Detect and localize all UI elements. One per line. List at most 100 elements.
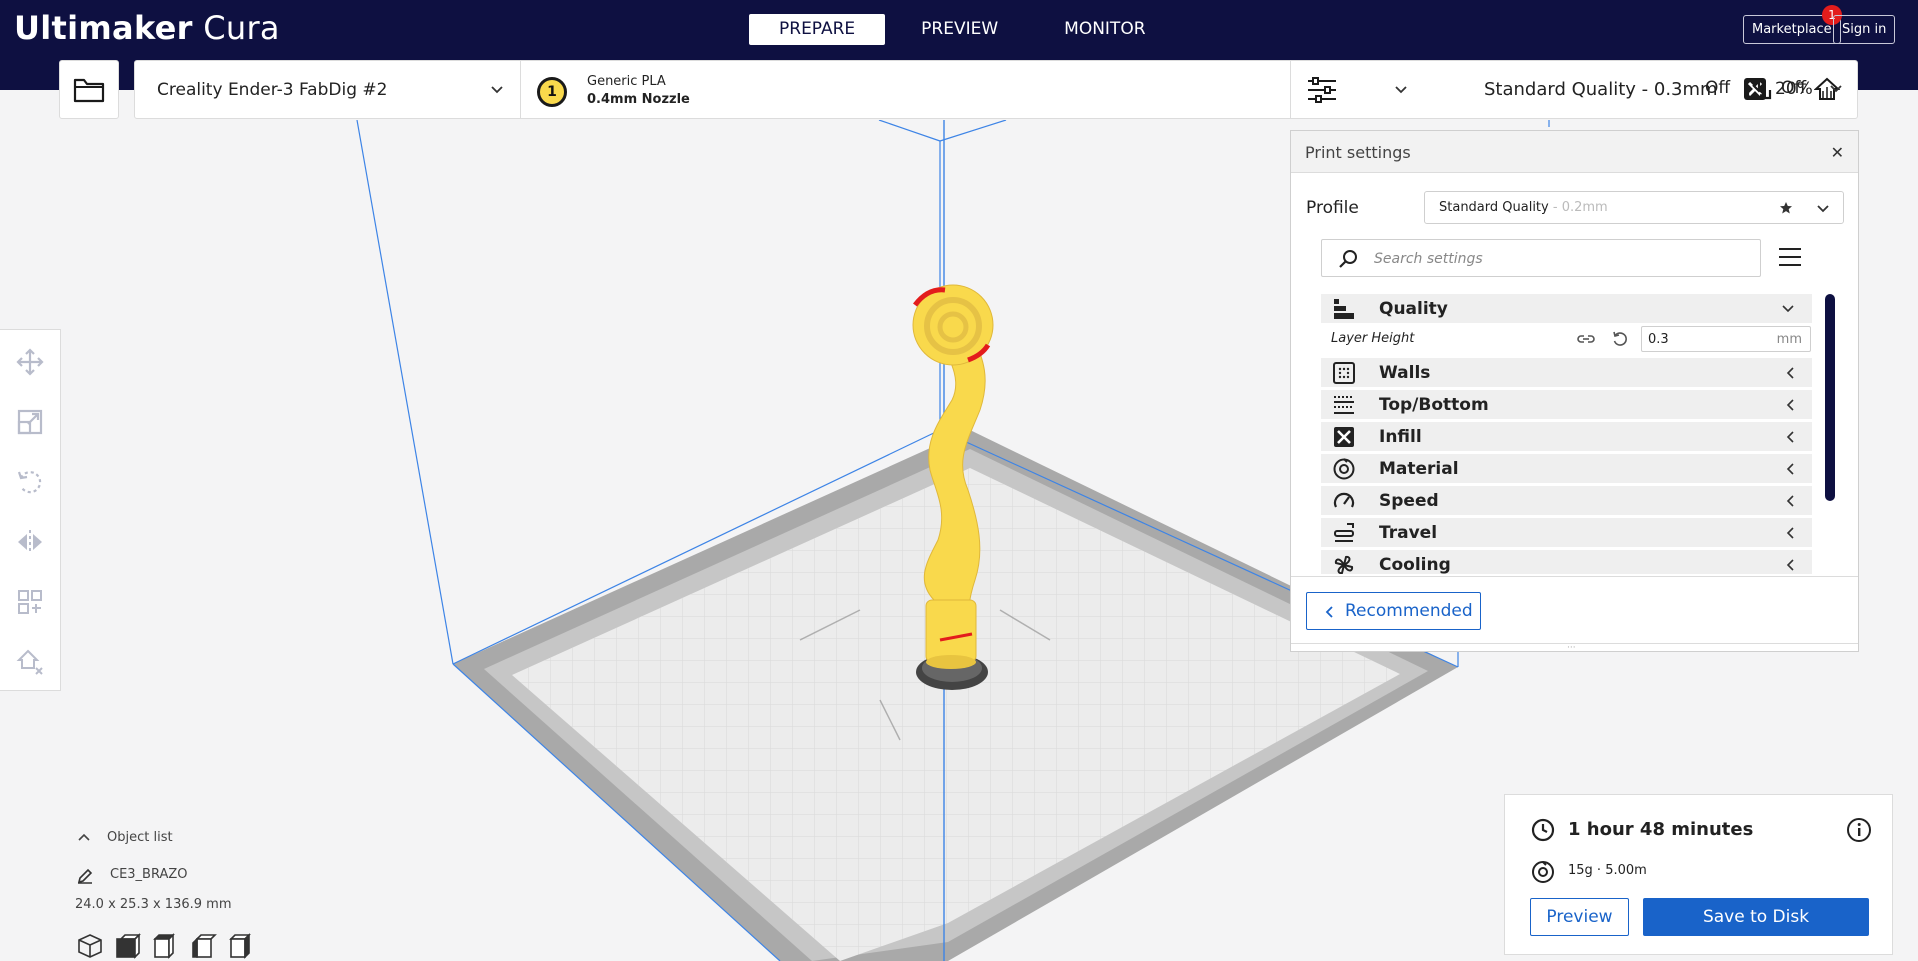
category-walls[interactable]: Walls bbox=[1321, 358, 1812, 387]
close-icon[interactable]: ✕ bbox=[1831, 143, 1844, 162]
view-front-icon[interactable] bbox=[115, 933, 141, 959]
category-walls-label: Walls bbox=[1379, 363, 1431, 383]
category-infill-label: Infill bbox=[1379, 427, 1422, 447]
chevron-down-icon bbox=[1782, 305, 1794, 313]
tab-prepare[interactable]: PREPARE bbox=[749, 14, 886, 45]
chevron-left-icon bbox=[1786, 463, 1794, 475]
support-blocker-icon[interactable] bbox=[16, 648, 44, 676]
category-quality[interactable]: Quality bbox=[1321, 294, 1812, 323]
tab-preview[interactable]: PREVIEW bbox=[891, 14, 1028, 45]
profile-value: Standard Quality bbox=[1439, 200, 1549, 215]
category-infill[interactable]: Infill bbox=[1321, 422, 1812, 451]
profile-suffix: - 0.2mm bbox=[1548, 200, 1608, 215]
tab-monitor[interactable]: MONITOR bbox=[1034, 14, 1175, 45]
scale-tool-icon[interactable] bbox=[16, 408, 44, 436]
printer-selector[interactable]: Creality Ender-3 FabDig #2 bbox=[135, 61, 520, 118]
setting-layer-height: Layer Height 0.3 mm bbox=[1321, 325, 1812, 353]
chevron-left-icon bbox=[1786, 495, 1794, 507]
settings-scrollbar[interactable] bbox=[1825, 294, 1835, 501]
open-file-button[interactable] bbox=[59, 60, 119, 119]
speed-icon bbox=[1333, 492, 1355, 508]
view-top-icon[interactable] bbox=[153, 933, 179, 959]
walls-icon bbox=[1333, 362, 1355, 384]
category-cooling[interactable]: Cooling bbox=[1321, 550, 1812, 574]
print-settings-title: Print settings bbox=[1305, 143, 1411, 162]
resize-handle[interactable]: ··· bbox=[1291, 643, 1858, 653]
view-left-icon[interactable] bbox=[191, 933, 217, 959]
info-icon[interactable] bbox=[1846, 817, 1872, 843]
stage-tabs: PREPARE PREVIEW MONITOR bbox=[749, 14, 1182, 45]
profile-label: Profile bbox=[1306, 198, 1359, 218]
chevron-down-icon bbox=[491, 86, 503, 94]
material-selector[interactable]: 1 Generic PLA 0.4mm Nozzle bbox=[521, 61, 1424, 118]
star-icon[interactable] bbox=[1779, 201, 1793, 215]
chevron-left-icon bbox=[1786, 367, 1794, 379]
clock-icon bbox=[1531, 818, 1555, 842]
layer-height-value: 0.3 bbox=[1648, 332, 1669, 347]
material-name: Generic PLA bbox=[587, 74, 666, 89]
move-tool-icon[interactable] bbox=[16, 348, 44, 376]
spool-icon bbox=[1532, 861, 1554, 883]
search-placeholder: Search settings bbox=[1374, 251, 1483, 267]
layer-height-input[interactable]: 0.3 mm bbox=[1641, 326, 1811, 352]
layer-height-unit: mm bbox=[1776, 332, 1802, 347]
chevron-left-icon bbox=[1786, 559, 1794, 571]
cooling-icon bbox=[1334, 555, 1354, 574]
chevron-down-icon[interactable] bbox=[1830, 85, 1842, 93]
quality-summary: Standard Quality - 0.3mm bbox=[1484, 79, 1718, 100]
recommended-button[interactable]: Recommended bbox=[1306, 592, 1481, 630]
object-name[interactable]: CE3_BRAZO bbox=[110, 867, 188, 882]
mirror-tool-icon[interactable] bbox=[16, 528, 44, 556]
printer-setup-bar: Creality Ender-3 FabDig #2 1 Generic PLA… bbox=[134, 60, 1858, 119]
profile-dropdown[interactable]: Standard Quality - 0.2mm bbox=[1424, 191, 1844, 224]
print-setup-selector[interactable]: Standard Quality - 0.3mm 20% bbox=[1291, 61, 1857, 118]
save-to-disk-button[interactable]: Save to Disk bbox=[1643, 898, 1869, 936]
chevron-left-icon bbox=[1786, 527, 1794, 539]
category-material[interactable]: Material bbox=[1321, 454, 1812, 483]
print-settings-panel: Print settings ✕ Profile Standard Qualit… bbox=[1290, 130, 1859, 653]
category-travel[interactable]: Travel bbox=[1321, 518, 1812, 547]
chevron-left-icon bbox=[1786, 399, 1794, 411]
quality-icon bbox=[1334, 299, 1354, 319]
chevron-down-icon bbox=[1817, 205, 1829, 213]
adhesion-value: Off bbox=[1781, 78, 1807, 98]
view-3d-icon[interactable] bbox=[77, 933, 103, 959]
chevron-up-icon[interactable] bbox=[78, 833, 90, 841]
settings-sliders-icon bbox=[1308, 77, 1336, 103]
pencil-icon[interactable] bbox=[77, 868, 93, 884]
object-list-toggle[interactable]: Object list bbox=[107, 830, 173, 845]
sign-in-button[interactable]: Sign in bbox=[1833, 15, 1896, 44]
link-icon[interactable] bbox=[1577, 331, 1595, 347]
rotate-tool-icon[interactable] bbox=[16, 468, 44, 496]
preview-button[interactable]: Preview bbox=[1530, 898, 1629, 936]
nozzle-size: 0.4mm Nozzle bbox=[587, 92, 690, 107]
category-cooling-label: Cooling bbox=[1379, 555, 1451, 574]
top-bottom-icon bbox=[1334, 396, 1354, 414]
material-usage: 15g · 5.00m bbox=[1568, 863, 1647, 878]
settings-search-input[interactable]: Search settings bbox=[1321, 239, 1761, 277]
adhesion-icon bbox=[1746, 78, 1772, 100]
printer-name: Creality Ender-3 FabDig #2 bbox=[157, 80, 388, 100]
reset-icon[interactable] bbox=[1611, 330, 1629, 348]
chevron-left-icon bbox=[1786, 431, 1794, 443]
settings-visibility-menu-icon[interactable] bbox=[1778, 246, 1802, 268]
extruder-icon: 1 bbox=[537, 77, 567, 107]
search-icon bbox=[1339, 250, 1357, 268]
category-speed-label: Speed bbox=[1379, 491, 1439, 511]
app-logo: Ultimaker Cura bbox=[14, 9, 280, 47]
category-material-label: Material bbox=[1379, 459, 1459, 479]
recommended-label: Recommended bbox=[1345, 601, 1473, 621]
material-icon bbox=[1333, 458, 1355, 480]
category-speed[interactable]: Speed bbox=[1321, 486, 1812, 515]
category-travel-label: Travel bbox=[1379, 523, 1438, 543]
chevron-left-icon bbox=[1325, 606, 1333, 618]
support-value: Off bbox=[1705, 78, 1731, 98]
category-top-bottom-label: Top/Bottom bbox=[1379, 395, 1489, 415]
category-top-bottom[interactable]: Top/Bottom bbox=[1321, 390, 1812, 419]
view-right-icon[interactable] bbox=[229, 933, 255, 959]
folder-icon bbox=[73, 78, 105, 102]
print-summary-panel: 1 hour 48 minutes 15g · 5.00m Preview Sa… bbox=[1504, 794, 1893, 955]
layer-height-label: Layer Height bbox=[1331, 331, 1415, 346]
print-time: 1 hour 48 minutes bbox=[1568, 819, 1754, 840]
per-model-settings-icon[interactable] bbox=[16, 588, 44, 616]
